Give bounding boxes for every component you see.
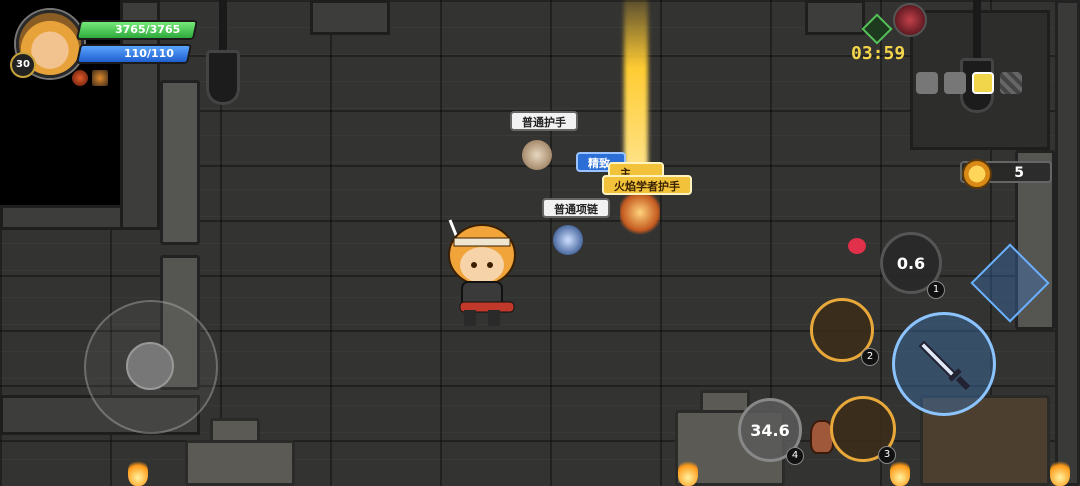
gloves-item[interactable]	[522, 140, 552, 170]
lamp-post	[973, 0, 981, 60]
hp-text: 3765/3765	[114, 23, 180, 36]
minimap-room-slot	[944, 72, 966, 94]
wall-segment	[805, 0, 865, 35]
level-timer: 03:59	[851, 43, 906, 64]
loot-label-common-necklace[interactable]: 普通项链	[542, 198, 610, 218]
loot-label-common-gloves[interactable]: 普通护手	[510, 111, 578, 131]
joystick-knob[interactable]	[126, 342, 174, 390]
torch-flame	[890, 458, 910, 486]
lamp-base	[206, 50, 240, 105]
minimap-current-room	[972, 72, 994, 94]
attack-button[interactable]	[892, 312, 996, 416]
hp-bar: 3765/3765	[75, 20, 199, 40]
sword-icon	[918, 340, 971, 391]
player-character	[440, 210, 530, 330]
skill-2-index: 2	[861, 348, 879, 366]
player-level-badge: 30	[10, 52, 36, 78]
torch-flame	[678, 458, 698, 486]
skill-1-index: 1	[927, 281, 945, 299]
fire-buff-icon	[72, 70, 88, 86]
skill-1-cooldown: 0.6	[896, 253, 926, 273]
torch-flame	[128, 458, 148, 486]
skill-4-index: 4	[786, 447, 804, 465]
heart-potion-icon[interactable]	[848, 238, 866, 254]
minimap-locked-room	[1000, 72, 1022, 94]
skill-3-index: 3	[878, 446, 896, 464]
boss-icon	[893, 3, 927, 37]
wall-segment	[310, 0, 390, 35]
necklace-item[interactable]	[553, 225, 583, 255]
loot-label-fire-gloves[interactable]: 火焰学者护手	[602, 175, 692, 195]
stone-pillar	[1055, 0, 1080, 486]
loot-light-beam	[624, 0, 648, 170]
weapon-buff-icon	[92, 70, 108, 86]
lamp-post	[219, 0, 227, 55]
torch-flame	[1050, 458, 1070, 486]
mp-bar: 110/110	[75, 44, 193, 64]
stopwatch-icon	[861, 13, 893, 45]
stone-pillar	[160, 80, 200, 245]
minimap-room-slot	[916, 72, 938, 94]
game-scene: 普通护手 精致 主 火焰学者护手 普通项链 30 3765/3765 110/1…	[0, 0, 1080, 486]
crate	[185, 440, 295, 486]
crown-coin-icon	[962, 159, 992, 189]
mp-text: 110/110	[124, 47, 174, 60]
skill-4-cooldown: 34.6	[750, 420, 790, 440]
